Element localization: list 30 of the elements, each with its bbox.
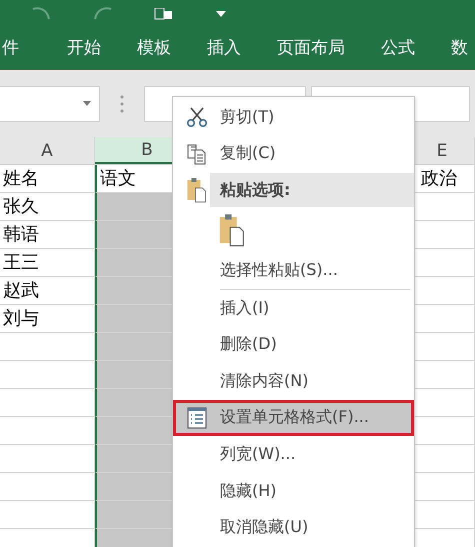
ribbon-tab[interactable]: 公式 [363,28,433,70]
copy-icon [186,142,208,165]
menu-item[interactable]: 设置单元格格式(F)... [173,400,414,436]
format-cells-icon [186,406,206,429]
table-cell: 韩语 [0,221,95,249]
ribbon-tab[interactable]: 页面布局 [259,28,363,70]
table-cell: 刘与 [0,305,95,333]
ribbon-tab[interactable]: 模板 [119,28,189,70]
caret-icon[interactable] [82,101,91,106]
table-cell: 姓名 [0,165,95,193]
ribbon-tab[interactable]: 数 [433,28,475,70]
menu-item[interactable]: 隐藏(H) [173,472,414,510]
scissors-icon [186,106,208,128]
grip-icon [120,94,124,114]
menu-section-header: 粘贴选项: [210,173,414,208]
menu-item[interactable]: 取消隐藏(U) [173,509,414,546]
table-cell: 张久 [0,193,95,221]
menu-item[interactable]: 列宽(W)... [173,436,414,473]
ribbon-tab[interactable]: 开始 [49,28,119,70]
menu-item[interactable]: 插入(I) [173,290,414,326]
table-cell: 王三 [0,249,95,277]
ribbon-tab[interactable]: 件 [2,28,49,70]
menu-item[interactable]: 选择性粘贴(S)... [173,252,414,289]
menu-item[interactable]: 清除内容(N) [173,362,414,400]
clipboard-icon [186,177,207,204]
menu-item[interactable]: 删除(D) [173,326,414,363]
ribbon-tab[interactable]: 插入 [189,28,259,70]
clipboard-icon [218,213,246,248]
caret-icon[interactable] [216,11,226,17]
table-cell: 赵武 [0,277,95,305]
